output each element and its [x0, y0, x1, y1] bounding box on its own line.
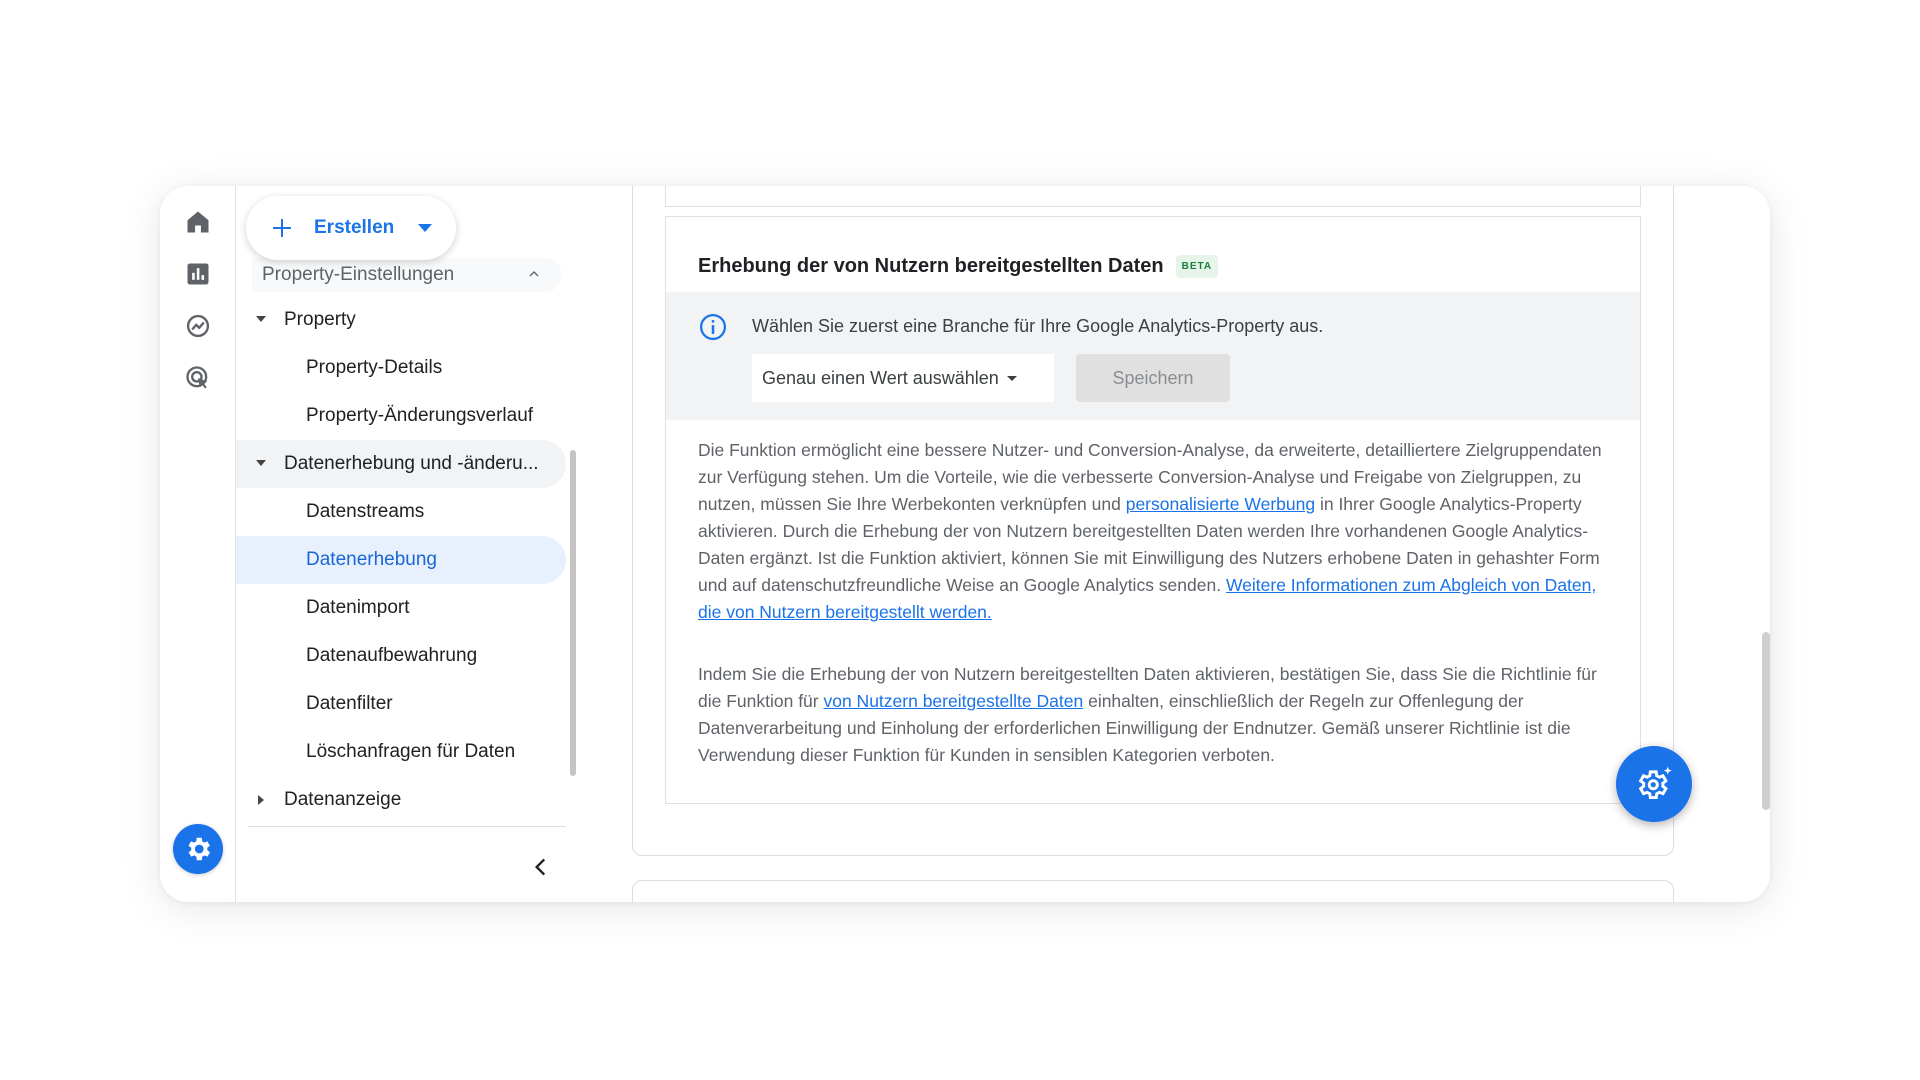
nav-item-data-import[interactable]: Datenimport — [236, 584, 566, 632]
nav-label: Property-Änderungsverlauf — [306, 405, 534, 426]
assistant-fab[interactable] — [1616, 746, 1692, 822]
section-title: Property-Einstellungen — [262, 264, 455, 285]
nav-label: Löschanfragen für Daten — [306, 741, 516, 762]
beta-badge: BETA — [1175, 255, 1219, 278]
nav-item-property-change-history[interactable]: Property-Änderungsverlauf — [236, 392, 566, 440]
previous-card-edge — [665, 186, 1641, 207]
nav-label: Property — [284, 309, 356, 330]
nav-item-data-deletion-requests[interactable]: Löschanfragen für Daten — [236, 728, 566, 776]
description-paragraph: Die Funktion ermöglicht eine bessere Nut… — [698, 437, 1608, 626]
dropdown-caret-icon — [1006, 375, 1017, 381]
chevron-up-icon — [529, 271, 539, 277]
save-button[interactable]: Speichern — [1076, 354, 1230, 402]
advertising-icon[interactable] — [180, 360, 216, 396]
left-rail — [160, 186, 236, 902]
nav-label: Datenerhebung und -änderu... — [284, 453, 539, 474]
card-title-text: Erhebung der von Nutzern bereitgestellte… — [698, 255, 1164, 277]
create-button-label: Erstellen — [314, 217, 395, 238]
nav-item-property-details[interactable]: Property-Details — [236, 344, 566, 392]
nav-label: Datenaufbewahrung — [306, 645, 478, 666]
expand-arrow-icon — [256, 316, 266, 322]
admin-settings-icon[interactable] — [173, 824, 223, 874]
nav-item-data-filters[interactable]: Datenfilter — [236, 680, 566, 728]
nav-item-data-display[interactable]: Datenanzeige — [236, 776, 566, 824]
industry-select[interactable]: Genau einen Wert auswählen — [752, 354, 1054, 402]
home-icon[interactable] — [180, 204, 216, 240]
chevron-left-icon — [534, 858, 546, 876]
explore-icon[interactable] — [180, 308, 216, 344]
nav-label: Datenimport — [306, 597, 410, 618]
policy-paragraph: Indem Sie die Erhebung der von Nutzern b… — [698, 661, 1608, 769]
expand-arrow-icon — [256, 460, 266, 466]
nav-item-data-collection[interactable]: Datenerhebung — [236, 536, 566, 584]
next-card-edge — [632, 880, 1674, 902]
nav-label: Datenerhebung — [306, 549, 437, 570]
banner-text: Wählen Sie zuerst eine Branche für Ihre … — [752, 316, 1324, 336]
settings-card-container: Erhebung der von Nutzern bereitgestellte… — [632, 186, 1674, 856]
card-title: Erhebung der von Nutzern bereitgestellte… — [698, 255, 1219, 278]
nav-label: Property-Details — [306, 357, 443, 378]
info-icon — [700, 314, 726, 340]
collapse-nav-button[interactable] — [526, 852, 556, 882]
admin-nav-panel: Erstellen Property-Einstellungen Propert… — [236, 186, 576, 902]
bar-chart-icon[interactable] — [180, 256, 216, 292]
nav-label: Datenstreams — [306, 501, 425, 522]
dropdown-caret-icon — [418, 224, 433, 232]
nav-label: Datenfilter — [306, 693, 393, 714]
plus-icon — [273, 219, 291, 237]
industry-banner: Wählen Sie zuerst eine Branche für Ihre … — [666, 292, 1640, 420]
app-window: Erstellen Property-Einstellungen Propert… — [160, 186, 1770, 902]
nav-item-data-collection-group[interactable]: Datenerhebung und -änderu... — [236, 440, 566, 488]
nav-item-data-retention[interactable]: Datenaufbewahrung — [236, 632, 566, 680]
sparkle-gear-icon — [1638, 766, 1672, 800]
expand-arrow-icon — [258, 795, 264, 805]
select-value: Genau einen Wert auswählen — [762, 367, 999, 388]
main-scrollbar[interactable] — [1762, 632, 1770, 810]
create-button[interactable]: Erstellen — [246, 196, 456, 260]
user-provided-data-policy-link[interactable]: von Nutzern bereitgestellte Daten — [823, 691, 1083, 711]
nav-item-property[interactable]: Property — [236, 296, 566, 344]
section-property-settings[interactable]: Property-Einstellungen — [252, 258, 562, 292]
personalized-ads-link[interactable]: personalisierte Werbung — [1126, 494, 1315, 514]
user-provided-data-card: Erhebung der von Nutzern bereitgestellte… — [665, 216, 1641, 804]
nav-label: Datenanzeige — [284, 789, 402, 810]
main-content: Erhebung der von Nutzern bereitgestellte… — [576, 186, 1770, 902]
nav-item-data-streams[interactable]: Datenstreams — [236, 488, 566, 536]
nav-divider — [248, 826, 566, 827]
